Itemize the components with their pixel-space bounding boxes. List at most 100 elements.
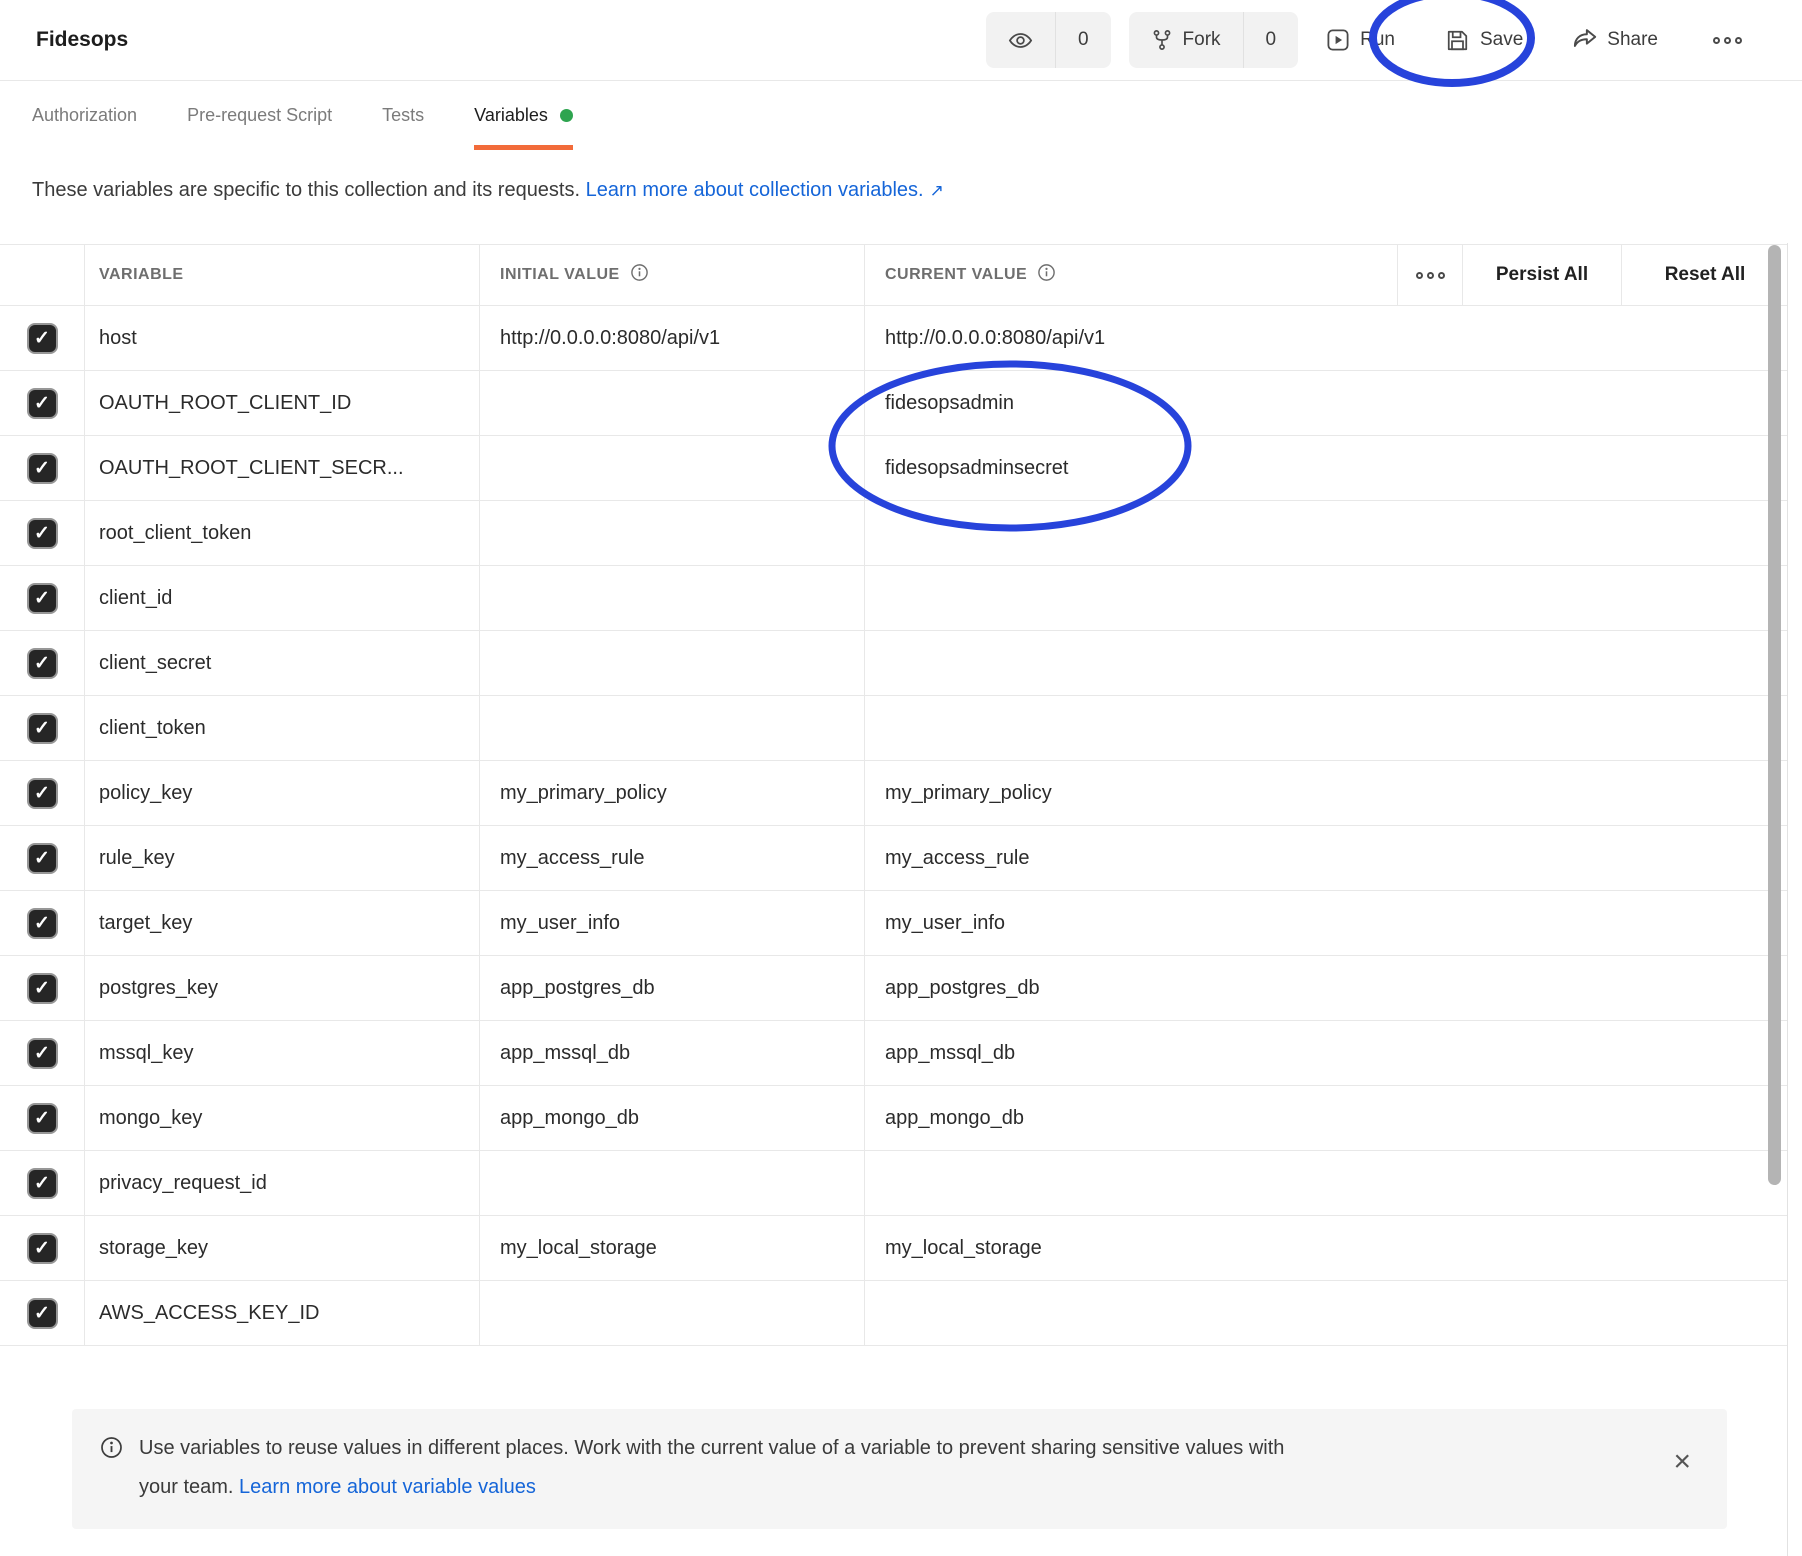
row-checkbox[interactable]: ✓ bbox=[27, 388, 58, 419]
toolbar: Fidesops 0 bbox=[0, 0, 1802, 81]
current-value-cell[interactable]: my_user_info bbox=[865, 891, 1788, 955]
save-button[interactable]: Save bbox=[1445, 28, 1523, 53]
initial-value-cell[interactable] bbox=[480, 696, 865, 760]
current-value-cell[interactable] bbox=[865, 501, 1788, 565]
more-options-icon[interactable] bbox=[1713, 37, 1742, 44]
table-row: ✓ client_secret bbox=[0, 631, 1788, 696]
variable-values-learn-more-link[interactable]: Learn more about variable values bbox=[239, 1476, 536, 1498]
row-checkbox[interactable]: ✓ bbox=[27, 1298, 58, 1329]
variable-name-cell[interactable]: client_secret bbox=[85, 631, 480, 695]
initial-value-cell[interactable]: http://0.0.0.0:8080/api/v1 bbox=[480, 306, 865, 370]
row-checkbox[interactable]: ✓ bbox=[27, 778, 58, 809]
initial-value-cell[interactable] bbox=[480, 1281, 865, 1345]
variable-name-cell[interactable]: target_key bbox=[85, 891, 480, 955]
vertical-scrollbar[interactable] bbox=[1768, 245, 1781, 1185]
current-value-cell[interactable]: app_postgres_db bbox=[865, 956, 1788, 1020]
current-value-cell[interactable]: fidesopsadminsecret bbox=[865, 436, 1788, 500]
persist-all-button[interactable]: Persist All bbox=[1463, 245, 1622, 305]
current-value-cell[interactable] bbox=[865, 1281, 1788, 1345]
row-checkbox-cell: ✓ bbox=[0, 761, 85, 825]
row-checkbox-cell: ✓ bbox=[0, 1151, 85, 1215]
checkmark-icon: ✓ bbox=[34, 1044, 50, 1063]
row-checkbox[interactable]: ✓ bbox=[27, 843, 58, 874]
variable-name-cell[interactable]: client_token bbox=[85, 696, 480, 760]
variable-name-cell[interactable]: OAUTH_ROOT_CLIENT_SECR... bbox=[85, 436, 480, 500]
table-more-actions-icon[interactable] bbox=[1398, 245, 1463, 305]
checkmark-icon: ✓ bbox=[34, 719, 50, 738]
row-checkbox[interactable]: ✓ bbox=[27, 973, 58, 1004]
current-value-cell[interactable] bbox=[865, 566, 1788, 630]
variable-column-header: VARIABLE bbox=[85, 245, 480, 305]
row-checkbox[interactable]: ✓ bbox=[27, 1233, 58, 1264]
row-checkbox[interactable]: ✓ bbox=[27, 1038, 58, 1069]
close-icon[interactable]: × bbox=[1673, 1447, 1691, 1477]
variable-name-cell[interactable]: host bbox=[85, 306, 480, 370]
variable-name-cell[interactable]: policy_key bbox=[85, 761, 480, 825]
tab-tests[interactable]: Tests bbox=[382, 81, 424, 150]
info-icon[interactable] bbox=[630, 263, 649, 287]
row-checkbox[interactable]: ✓ bbox=[27, 518, 58, 549]
initial-value-label: INITIAL VALUE bbox=[500, 266, 620, 284]
watch-button[interactable] bbox=[986, 12, 1055, 68]
variable-name-cell[interactable]: storage_key bbox=[85, 1216, 480, 1280]
current-value-cell[interactable]: my_local_storage bbox=[865, 1216, 1788, 1280]
variable-name-cell[interactable]: root_client_token bbox=[85, 501, 480, 565]
current-value-cell[interactable]: app_mongo_db bbox=[865, 1086, 1788, 1150]
share-button[interactable]: Share bbox=[1571, 27, 1658, 53]
info-icon[interactable] bbox=[1037, 263, 1056, 287]
current-value-cell[interactable] bbox=[865, 1151, 1788, 1215]
row-checkbox[interactable]: ✓ bbox=[27, 648, 58, 679]
row-checkbox[interactable]: ✓ bbox=[27, 908, 58, 939]
variable-name-cell[interactable]: OAUTH_ROOT_CLIENT_ID bbox=[85, 371, 480, 435]
current-value-cell[interactable]: app_mssql_db bbox=[865, 1021, 1788, 1085]
table-row: ✓postgres_keyapp_postgres_dbapp_postgres… bbox=[0, 956, 1788, 1021]
current-value-cell[interactable]: http://0.0.0.0:8080/api/v1 bbox=[865, 306, 1788, 370]
initial-value-cell[interactable] bbox=[480, 566, 865, 630]
reset-all-button[interactable]: Reset All bbox=[1622, 245, 1788, 305]
row-checkbox[interactable]: ✓ bbox=[27, 1103, 58, 1134]
current-value-cell[interactable]: fidesopsadmin bbox=[865, 371, 1788, 435]
row-checkbox[interactable]: ✓ bbox=[27, 713, 58, 744]
variable-name-cell[interactable]: privacy_request_id bbox=[85, 1151, 480, 1215]
variable-name-cell[interactable]: postgres_key bbox=[85, 956, 480, 1020]
run-button[interactable]: Run bbox=[1326, 28, 1395, 52]
info-text: These variables are specific to this col… bbox=[32, 179, 586, 201]
row-checkbox[interactable]: ✓ bbox=[27, 453, 58, 484]
initial-value-cell[interactable] bbox=[480, 371, 865, 435]
initial-value-cell[interactable]: app_mongo_db bbox=[480, 1086, 865, 1150]
current-value-cell[interactable]: my_primary_policy bbox=[865, 761, 1788, 825]
share-icon bbox=[1571, 27, 1597, 53]
tab-pre-request-script[interactable]: Pre-request Script bbox=[187, 81, 332, 150]
current-value-cell[interactable]: my_access_rule bbox=[865, 826, 1788, 890]
current-value-cell[interactable] bbox=[865, 631, 1788, 695]
current-value-cell[interactable] bbox=[865, 696, 1788, 760]
initial-value-cell[interactable] bbox=[480, 1151, 865, 1215]
variable-name-cell[interactable]: mssql_key bbox=[85, 1021, 480, 1085]
fork-button[interactable]: Fork bbox=[1129, 12, 1243, 68]
initial-value-cell[interactable] bbox=[480, 631, 865, 695]
tab-variables[interactable]: Variables bbox=[474, 81, 573, 150]
tab-authorization[interactable]: Authorization bbox=[32, 81, 137, 150]
variable-name-cell[interactable]: mongo_key bbox=[85, 1086, 480, 1150]
select-all-column-header bbox=[0, 245, 85, 305]
initial-value-cell[interactable] bbox=[480, 436, 865, 500]
save-icon bbox=[1445, 28, 1470, 53]
row-checkbox[interactable]: ✓ bbox=[27, 323, 58, 354]
initial-value-cell[interactable]: app_postgres_db bbox=[480, 956, 865, 1020]
initial-value-cell[interactable]: my_user_info bbox=[480, 891, 865, 955]
initial-value-cell[interactable]: my_primary_policy bbox=[480, 761, 865, 825]
initial-value-cell[interactable]: my_access_rule bbox=[480, 826, 865, 890]
collection-variables-learn-more-link[interactable]: Learn more about collection variables. bbox=[586, 179, 924, 201]
save-label: Save bbox=[1480, 29, 1523, 51]
watch-count[interactable]: 0 bbox=[1055, 12, 1111, 68]
variable-name-cell[interactable]: AWS_ACCESS_KEY_ID bbox=[85, 1281, 480, 1345]
initial-value-cell[interactable] bbox=[480, 501, 865, 565]
variable-name-cell[interactable]: rule_key bbox=[85, 826, 480, 890]
initial-value-cell[interactable]: my_local_storage bbox=[480, 1216, 865, 1280]
fork-count[interactable]: 0 bbox=[1243, 12, 1299, 68]
initial-value-cell[interactable]: app_mssql_db bbox=[480, 1021, 865, 1085]
row-checkbox[interactable]: ✓ bbox=[27, 583, 58, 614]
variable-name-cell[interactable]: client_id bbox=[85, 566, 480, 630]
initial-value-column-header: INITIAL VALUE bbox=[480, 245, 865, 305]
row-checkbox[interactable]: ✓ bbox=[27, 1168, 58, 1199]
